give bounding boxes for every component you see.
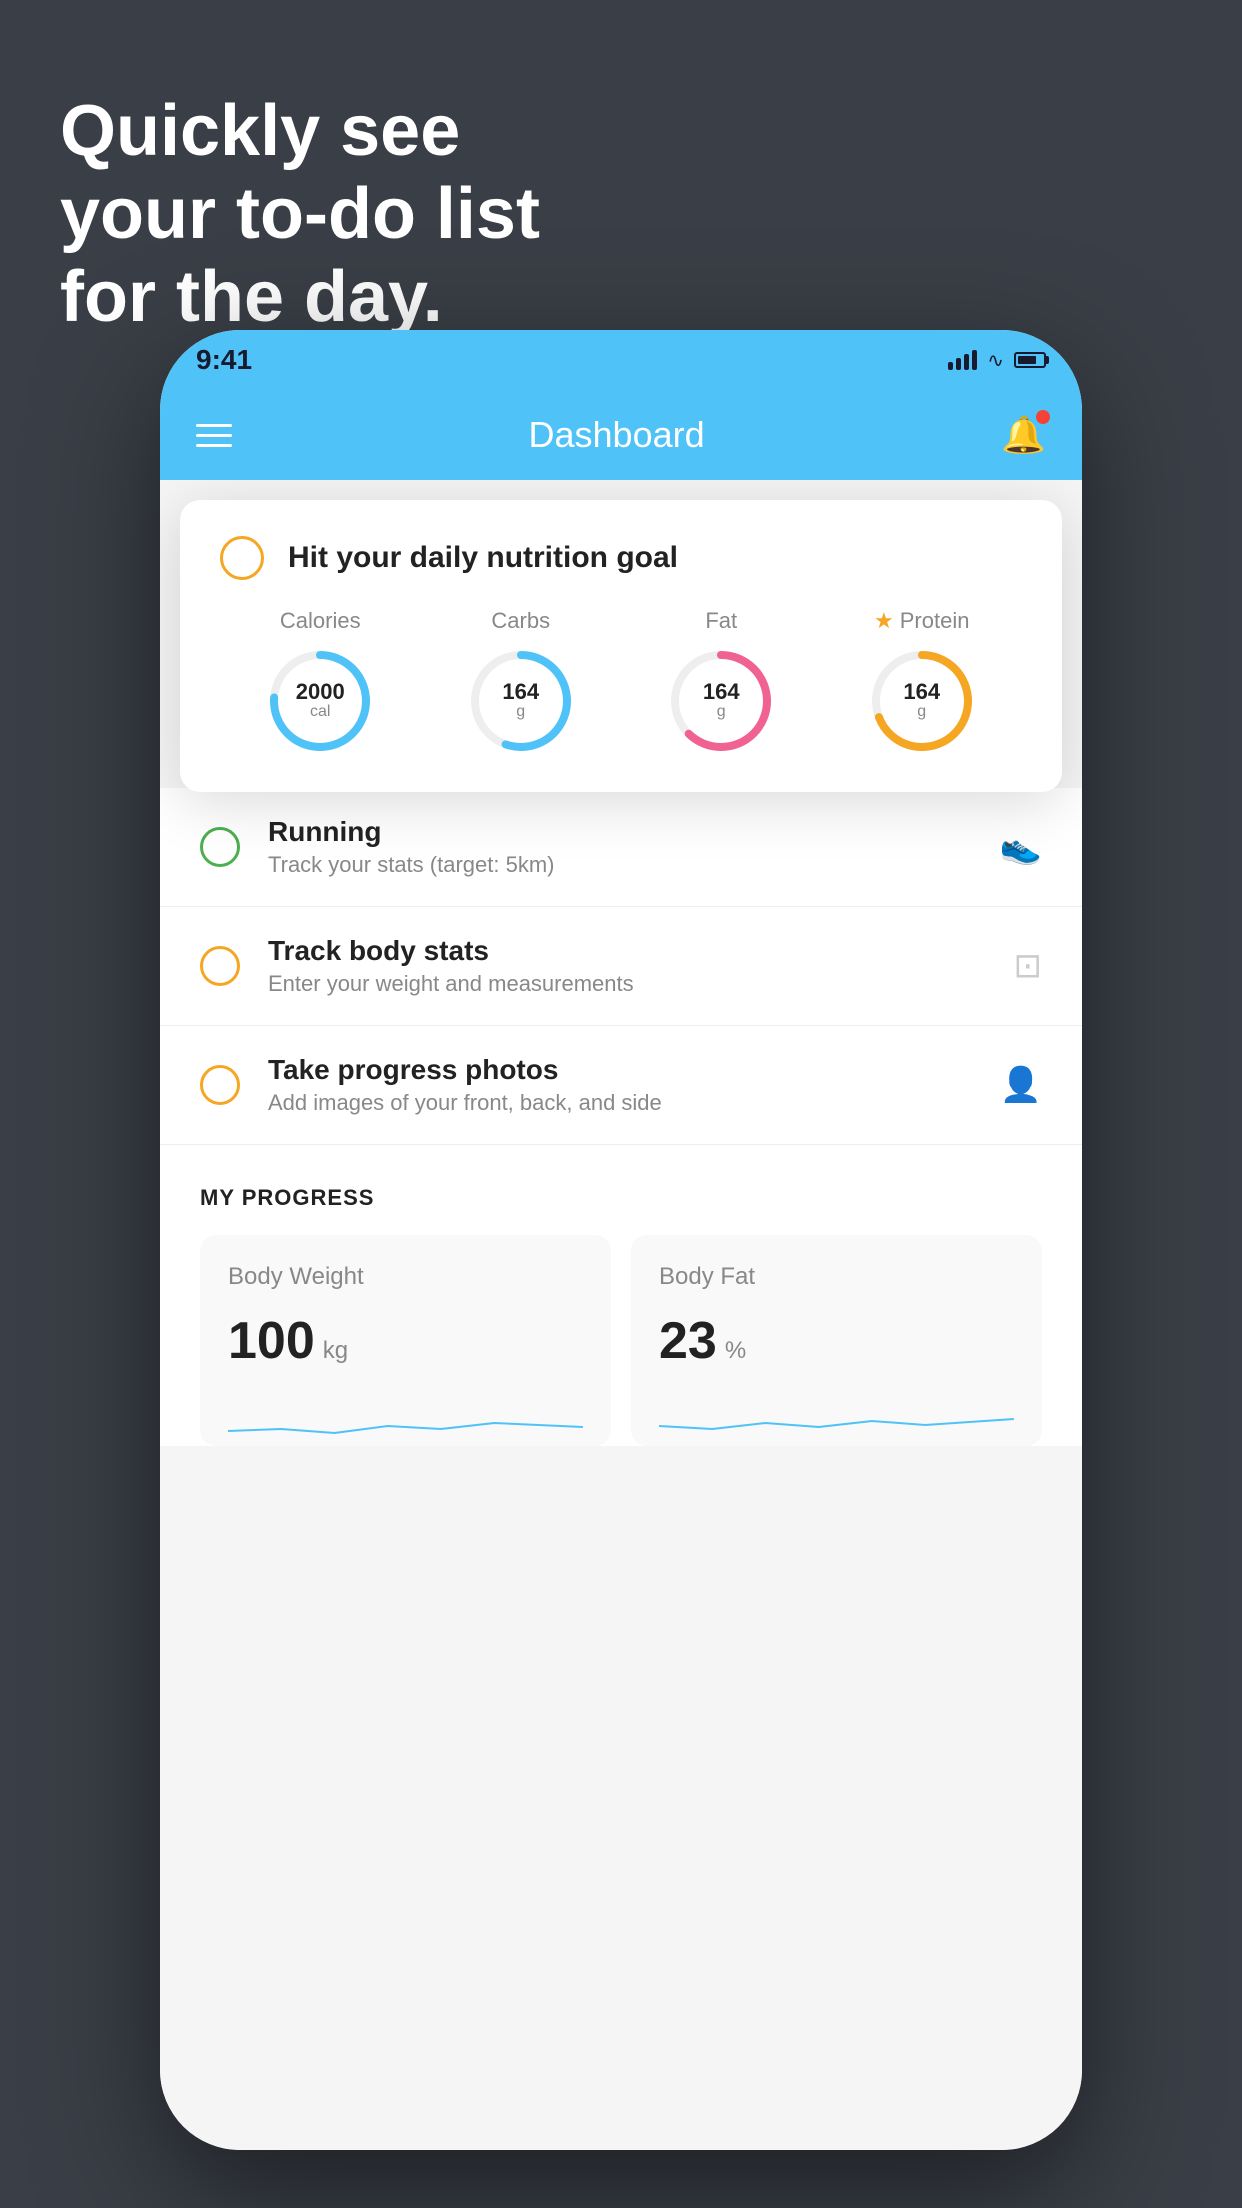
app-title: Dashboard [529, 414, 705, 456]
body-fat-card[interactable]: Body Fat 23 % [631, 1235, 1042, 1446]
body-weight-label: Body Weight [228, 1263, 583, 1291]
person-icon: 👤 [1000, 1065, 1042, 1105]
body-fat-label: Body Fat [659, 1263, 1014, 1291]
phone-content: THINGS TO DO TODAY Hit your daily nutrit… [160, 480, 1082, 2150]
body-weight-unit: kg [323, 1337, 348, 1365]
protein-value: 164 [903, 681, 940, 703]
photos-text: Take progress photos Add images of your … [268, 1054, 1000, 1116]
body-weight-value-row: 100 kg [228, 1311, 583, 1371]
background-headline: Quickly see your to-do list for the day. [60, 90, 540, 338]
running-checkbox[interactable] [200, 827, 240, 867]
protein-label: Protein [900, 608, 970, 634]
notification-bell[interactable]: 🔔 [1001, 414, 1046, 456]
body-fat-sparkline [659, 1391, 1014, 1441]
nutrition-card-title: Hit your daily nutrition goal [288, 541, 678, 575]
body-weight-sparkline [228, 1391, 583, 1441]
todo-body-stats[interactable]: Track body stats Enter your weight and m… [160, 907, 1082, 1026]
nutrition-checkbox[interactable] [220, 536, 264, 580]
calories-unit: cal [296, 703, 345, 721]
todo-photos[interactable]: Take progress photos Add images of your … [160, 1026, 1082, 1145]
calories-item: Calories 2000 cal [265, 608, 375, 756]
photos-checkbox[interactable] [200, 1065, 240, 1105]
status-icons: ∿ [948, 348, 1046, 373]
running-title: Running [268, 816, 1000, 848]
body-stats-text: Track body stats Enter your weight and m… [268, 935, 1014, 997]
calories-label: Calories [280, 608, 361, 634]
carbs-label: Carbs [491, 608, 550, 634]
body-fat-value-row: 23 % [659, 1311, 1014, 1371]
body-stats-title: Track body stats [268, 935, 1014, 967]
notification-dot [1036, 410, 1050, 424]
fat-item: Fat 164 g [666, 608, 776, 756]
photos-subtitle: Add images of your front, back, and side [268, 1090, 1000, 1116]
running-subtitle: Track your stats (target: 5km) [268, 852, 1000, 878]
fat-ring: 164 g [666, 646, 776, 756]
status-time: 9:41 [196, 344, 252, 376]
todo-running[interactable]: Running Track your stats (target: 5km) 👟 [160, 788, 1082, 907]
carbs-unit: g [502, 703, 539, 721]
protein-unit: g [903, 703, 940, 721]
fat-label: Fat [705, 608, 737, 634]
progress-section-title: MY PROGRESS [200, 1185, 1042, 1211]
calories-value: 2000 [296, 681, 345, 703]
hamburger-menu[interactable] [196, 424, 232, 447]
carbs-value: 164 [502, 681, 539, 703]
running-text: Running Track your stats (target: 5km) [268, 816, 1000, 878]
progress-cards: Body Weight 100 kg Body Fat 23 % [200, 1235, 1042, 1446]
body-stats-subtitle: Enter your weight and measurements [268, 971, 1014, 997]
calories-ring: 2000 cal [265, 646, 375, 756]
nutrition-card[interactable]: Hit your daily nutrition goal Calories 2… [180, 500, 1062, 792]
carbs-ring: 164 g [466, 646, 576, 756]
body-fat-number: 23 [659, 1311, 717, 1371]
card-title-row: Hit your daily nutrition goal [220, 536, 1022, 580]
running-icon: 👟 [1000, 827, 1042, 867]
body-weight-number: 100 [228, 1311, 315, 1371]
app-header: Dashboard 🔔 [160, 390, 1082, 480]
body-fat-unit: % [725, 1337, 746, 1365]
nutrition-row: Calories 2000 cal Carbs [220, 608, 1022, 756]
progress-section: MY PROGRESS Body Weight 100 kg Body Fat [160, 1145, 1082, 1446]
carbs-item: Carbs 164 g [466, 608, 576, 756]
todo-list: Running Track your stats (target: 5km) 👟… [160, 788, 1082, 1145]
status-bar: 9:41 ∿ [160, 330, 1082, 390]
protein-label-row: ★ Protein [874, 608, 969, 634]
phone-mockup: 9:41 ∿ Dashboard 🔔 THINGS TO DO TODAY [160, 330, 1082, 2150]
signal-icon [948, 350, 977, 370]
protein-item: ★ Protein 164 g [867, 608, 977, 756]
photos-title: Take progress photos [268, 1054, 1000, 1086]
protein-ring: 164 g [867, 646, 977, 756]
scale-icon: ⊡ [1014, 946, 1043, 986]
star-icon: ★ [874, 608, 894, 634]
body-stats-checkbox[interactable] [200, 946, 240, 986]
body-weight-card[interactable]: Body Weight 100 kg [200, 1235, 611, 1446]
fat-value: 164 [703, 681, 740, 703]
wifi-icon: ∿ [987, 348, 1004, 373]
battery-icon [1014, 352, 1046, 368]
fat-unit: g [703, 703, 740, 721]
